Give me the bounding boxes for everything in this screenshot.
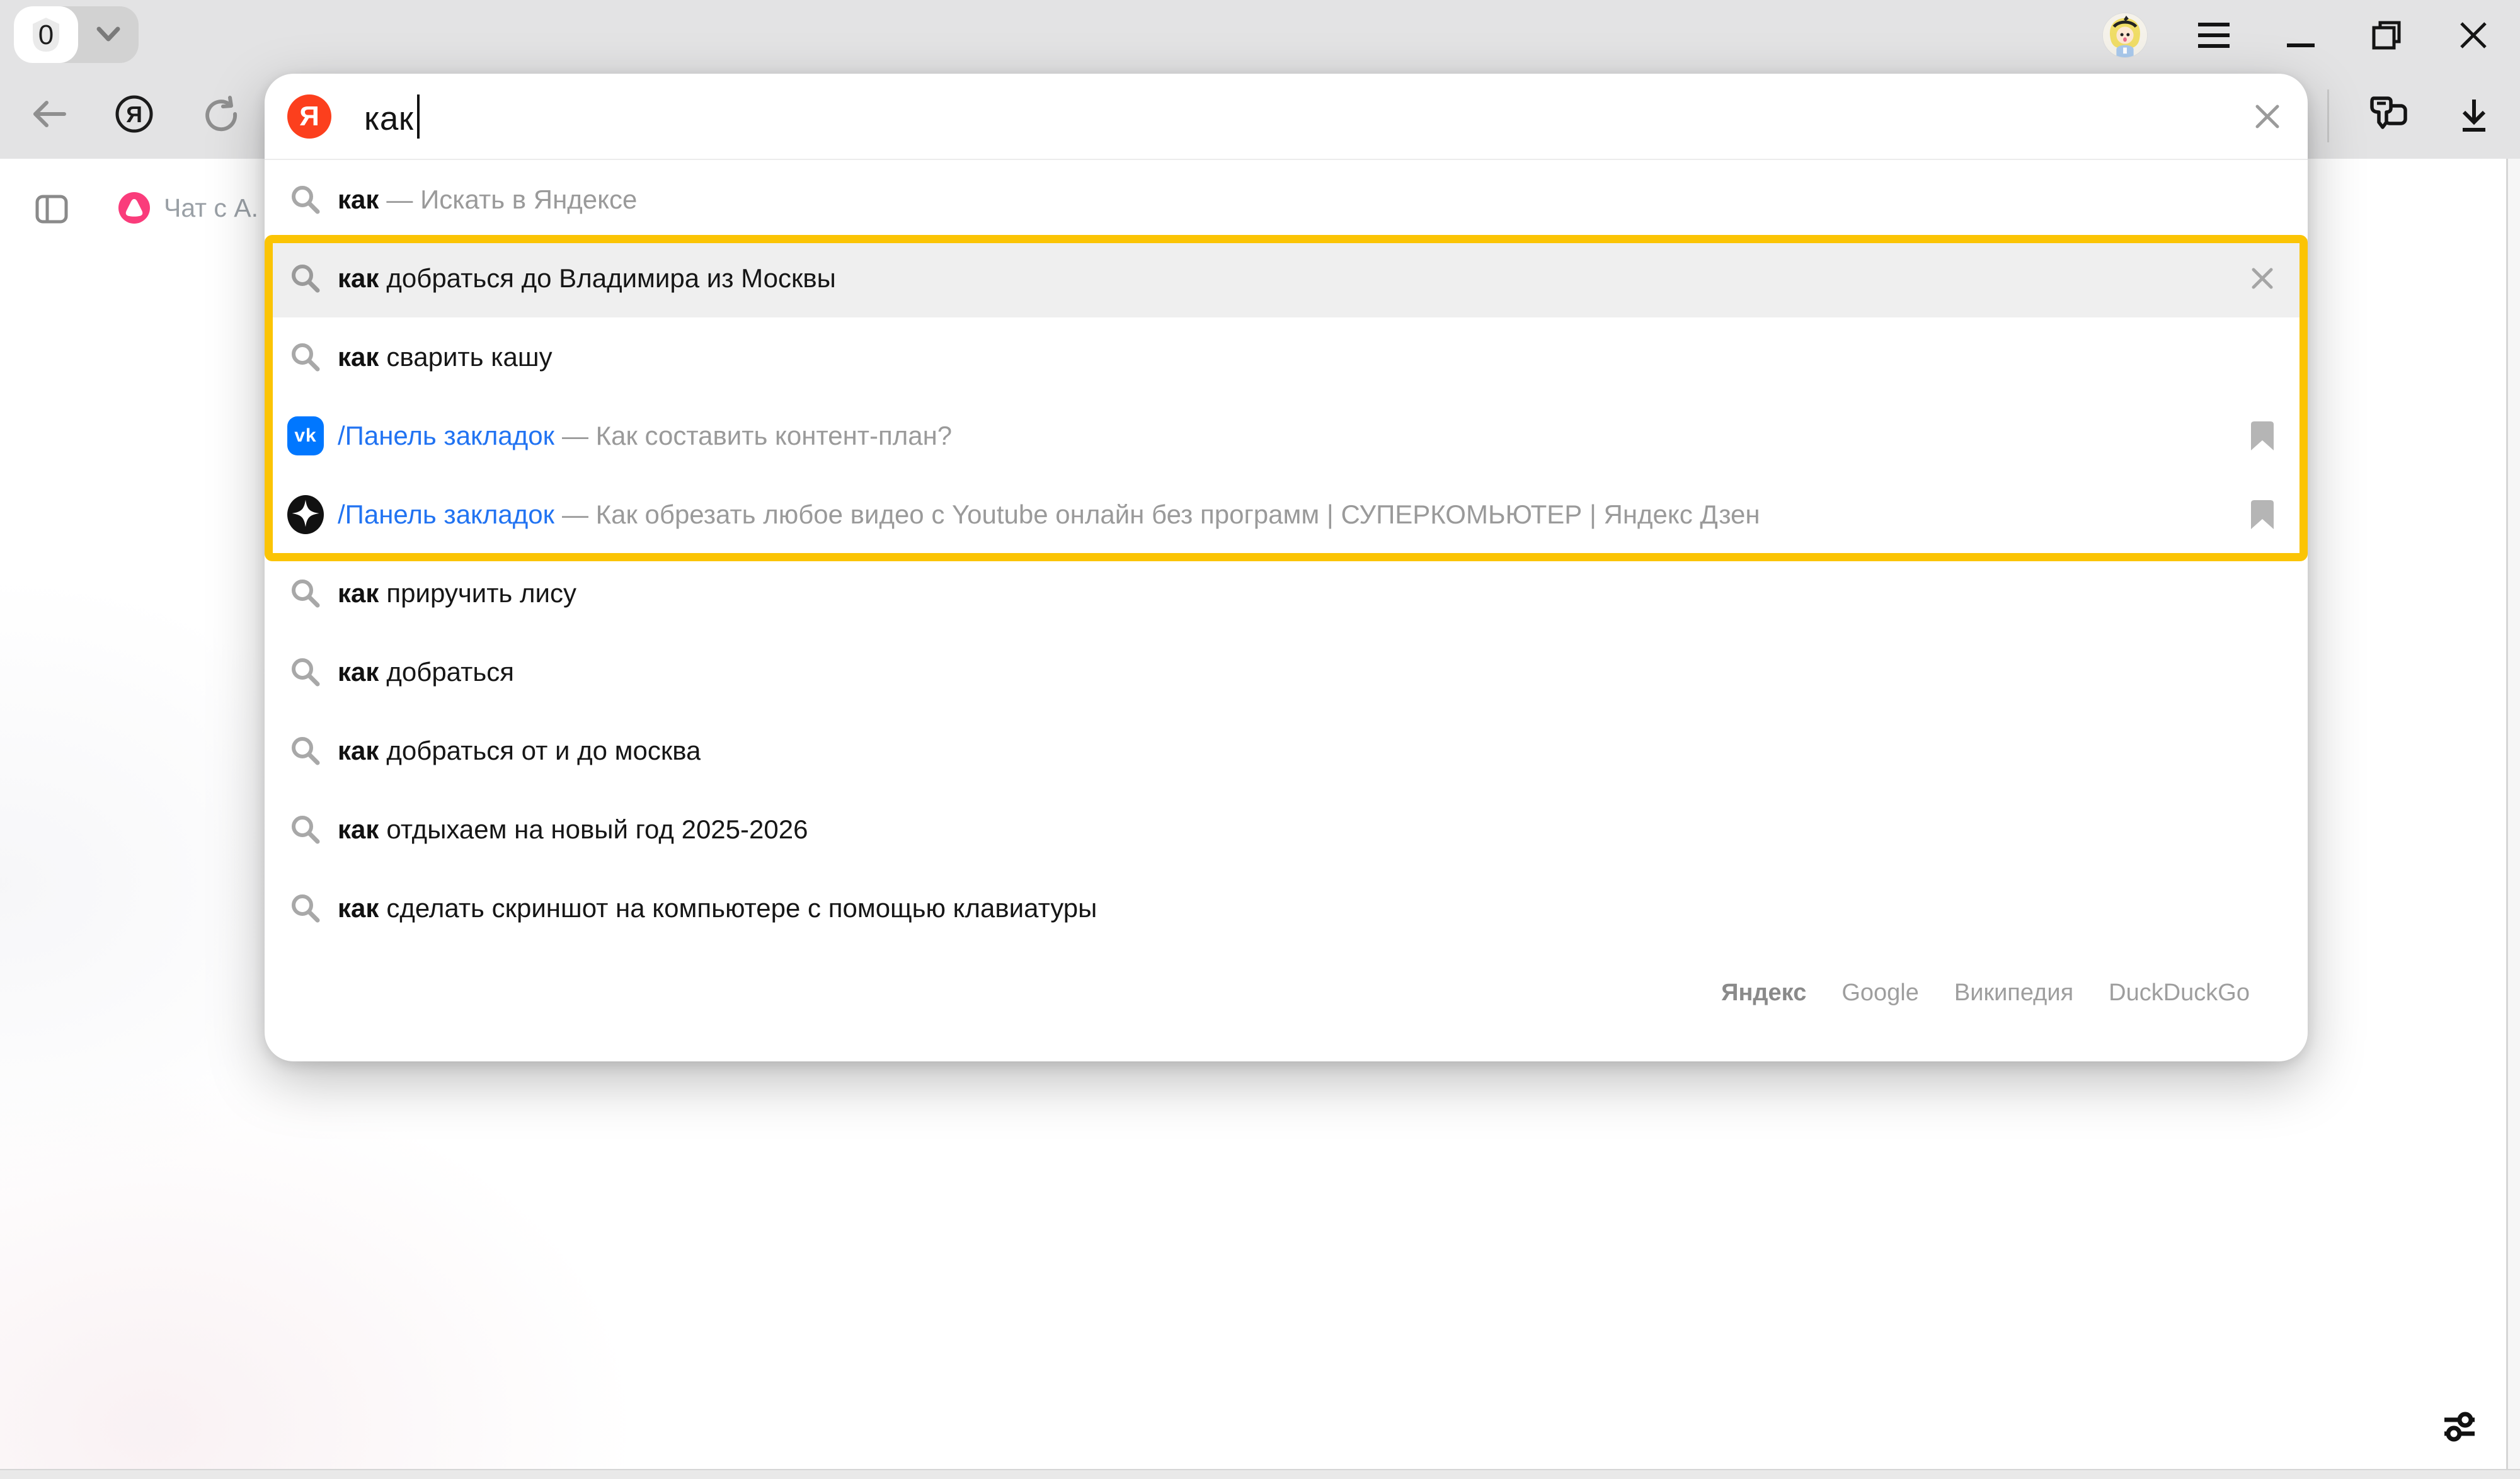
dzen-icon bbox=[287, 496, 324, 533]
avatar-image bbox=[2103, 13, 2147, 57]
engine-google[interactable]: Google bbox=[1841, 979, 1919, 1007]
avatar[interactable] bbox=[2102, 13, 2148, 58]
suggestion-row-search[interactable]: как— Искать в Яндексе bbox=[265, 160, 2308, 239]
suggestion-row-query[interactable]: какдобраться до Владимира из Москвы bbox=[265, 239, 2308, 317]
scrollbar-gutter[interactable] bbox=[2508, 159, 2520, 1479]
arrow-left-icon bbox=[32, 99, 68, 129]
alice-icon bbox=[118, 192, 150, 224]
minimize-icon bbox=[2285, 20, 2317, 51]
suggestion-row-query[interactable]: какдобраться от и до москва bbox=[265, 711, 2308, 790]
close-icon bbox=[2458, 20, 2488, 50]
download-icon bbox=[2455, 96, 2493, 135]
remove-icon bbox=[2250, 266, 2274, 290]
suggestion-row-query[interactable]: какприручить лису bbox=[265, 554, 2308, 632]
yandex-logo-icon: Я bbox=[287, 94, 331, 139]
suggestion-row-query[interactable]: какдобраться bbox=[265, 632, 2308, 711]
download-button[interactable] bbox=[2452, 93, 2496, 137]
tab-list-chevron-button[interactable] bbox=[78, 6, 139, 63]
refresh-icon bbox=[202, 95, 240, 133]
bookmark-icon bbox=[2247, 421, 2277, 451]
search-icon bbox=[287, 575, 324, 612]
restore-icon bbox=[2370, 19, 2403, 52]
engine-duckduckgo[interactable]: DuckDuckGo bbox=[2109, 979, 2250, 1007]
restore-button[interactable] bbox=[2368, 16, 2405, 54]
refresh-button[interactable] bbox=[202, 94, 241, 134]
home-button[interactable]: Я bbox=[115, 94, 154, 134]
search-icon bbox=[287, 811, 324, 848]
suggestion-row-query[interactable]: каксделать скриншот на компьютере с помо… bbox=[265, 869, 2308, 947]
suggestion-list: как— Искать в Яндексе какдобраться до Вл… bbox=[265, 160, 2308, 947]
clear-icon bbox=[2254, 103, 2281, 130]
svg-text:Я: Я bbox=[126, 101, 142, 127]
alice-chat-label: Чат с А. bbox=[164, 193, 258, 223]
search-icon bbox=[287, 890, 324, 927]
engine-yandex[interactable]: Яндекс bbox=[1721, 979, 1806, 1007]
omnibox-dropdown: Я как как— Искать в Яндексе bbox=[265, 74, 2308, 1061]
scrollbar-divider bbox=[2506, 159, 2508, 1479]
tune-settings-button[interactable] bbox=[2437, 1403, 2482, 1449]
remove-suggestion-button[interactable] bbox=[2247, 263, 2277, 294]
suggestion-row-query[interactable]: какотдыхаем на новый год 2025-2026 bbox=[265, 790, 2308, 869]
omnibox[interactable]: Я как bbox=[265, 74, 2308, 159]
omnibox-input[interactable]: как bbox=[364, 94, 420, 139]
hamburger-icon bbox=[2197, 21, 2231, 49]
suggestion-row-bookmark[interactable]: /Панель закладок— Как обрезать любое вид… bbox=[265, 475, 2308, 554]
engine-wikipedia[interactable]: Википедия bbox=[1954, 979, 2073, 1007]
sliders-icon bbox=[2439, 1406, 2480, 1446]
sidebar-toggle-button[interactable] bbox=[34, 191, 69, 227]
chevron-down-icon bbox=[94, 25, 123, 44]
search-icon bbox=[287, 733, 324, 769]
back-button[interactable] bbox=[30, 94, 69, 134]
suggestion-row-query[interactable]: каксварить кашу bbox=[265, 317, 2308, 396]
menu-button[interactable] bbox=[2195, 16, 2233, 54]
text-caret bbox=[417, 94, 420, 139]
tab-pill: 0 bbox=[14, 6, 139, 63]
tab-count: 0 bbox=[28, 15, 64, 54]
key-card-icon bbox=[2366, 94, 2409, 135]
search-engine-footer: Яндекс Google Википедия DuckDuckGo bbox=[1721, 979, 2250, 1007]
search-icon bbox=[287, 339, 324, 375]
suggestion-row-bookmark[interactable]: vk /Панель закладок— Как составить конте… bbox=[265, 396, 2308, 475]
bookmark-icon bbox=[2247, 500, 2277, 530]
close-button[interactable] bbox=[2454, 16, 2492, 54]
sidebar-toggle-icon bbox=[35, 195, 68, 224]
sidebar-item-alice-chat[interactable]: Чат с А. bbox=[118, 190, 258, 226]
toolbar-divider bbox=[2327, 89, 2329, 142]
search-icon bbox=[287, 181, 324, 218]
yandex-home-icon: Я bbox=[115, 94, 154, 134]
passwords-cards-button[interactable] bbox=[2364, 91, 2412, 139]
tab-zero[interactable]: 0 bbox=[14, 6, 78, 63]
clear-input-button[interactable] bbox=[2252, 101, 2282, 132]
search-icon bbox=[287, 654, 324, 690]
search-icon bbox=[287, 260, 324, 297]
minimize-button[interactable] bbox=[2282, 16, 2320, 54]
vk-icon: vk bbox=[287, 418, 324, 454]
bottom-scrollbar-strip[interactable] bbox=[0, 1469, 2520, 1479]
browser-window: 0 bbox=[0, 0, 2520, 1479]
